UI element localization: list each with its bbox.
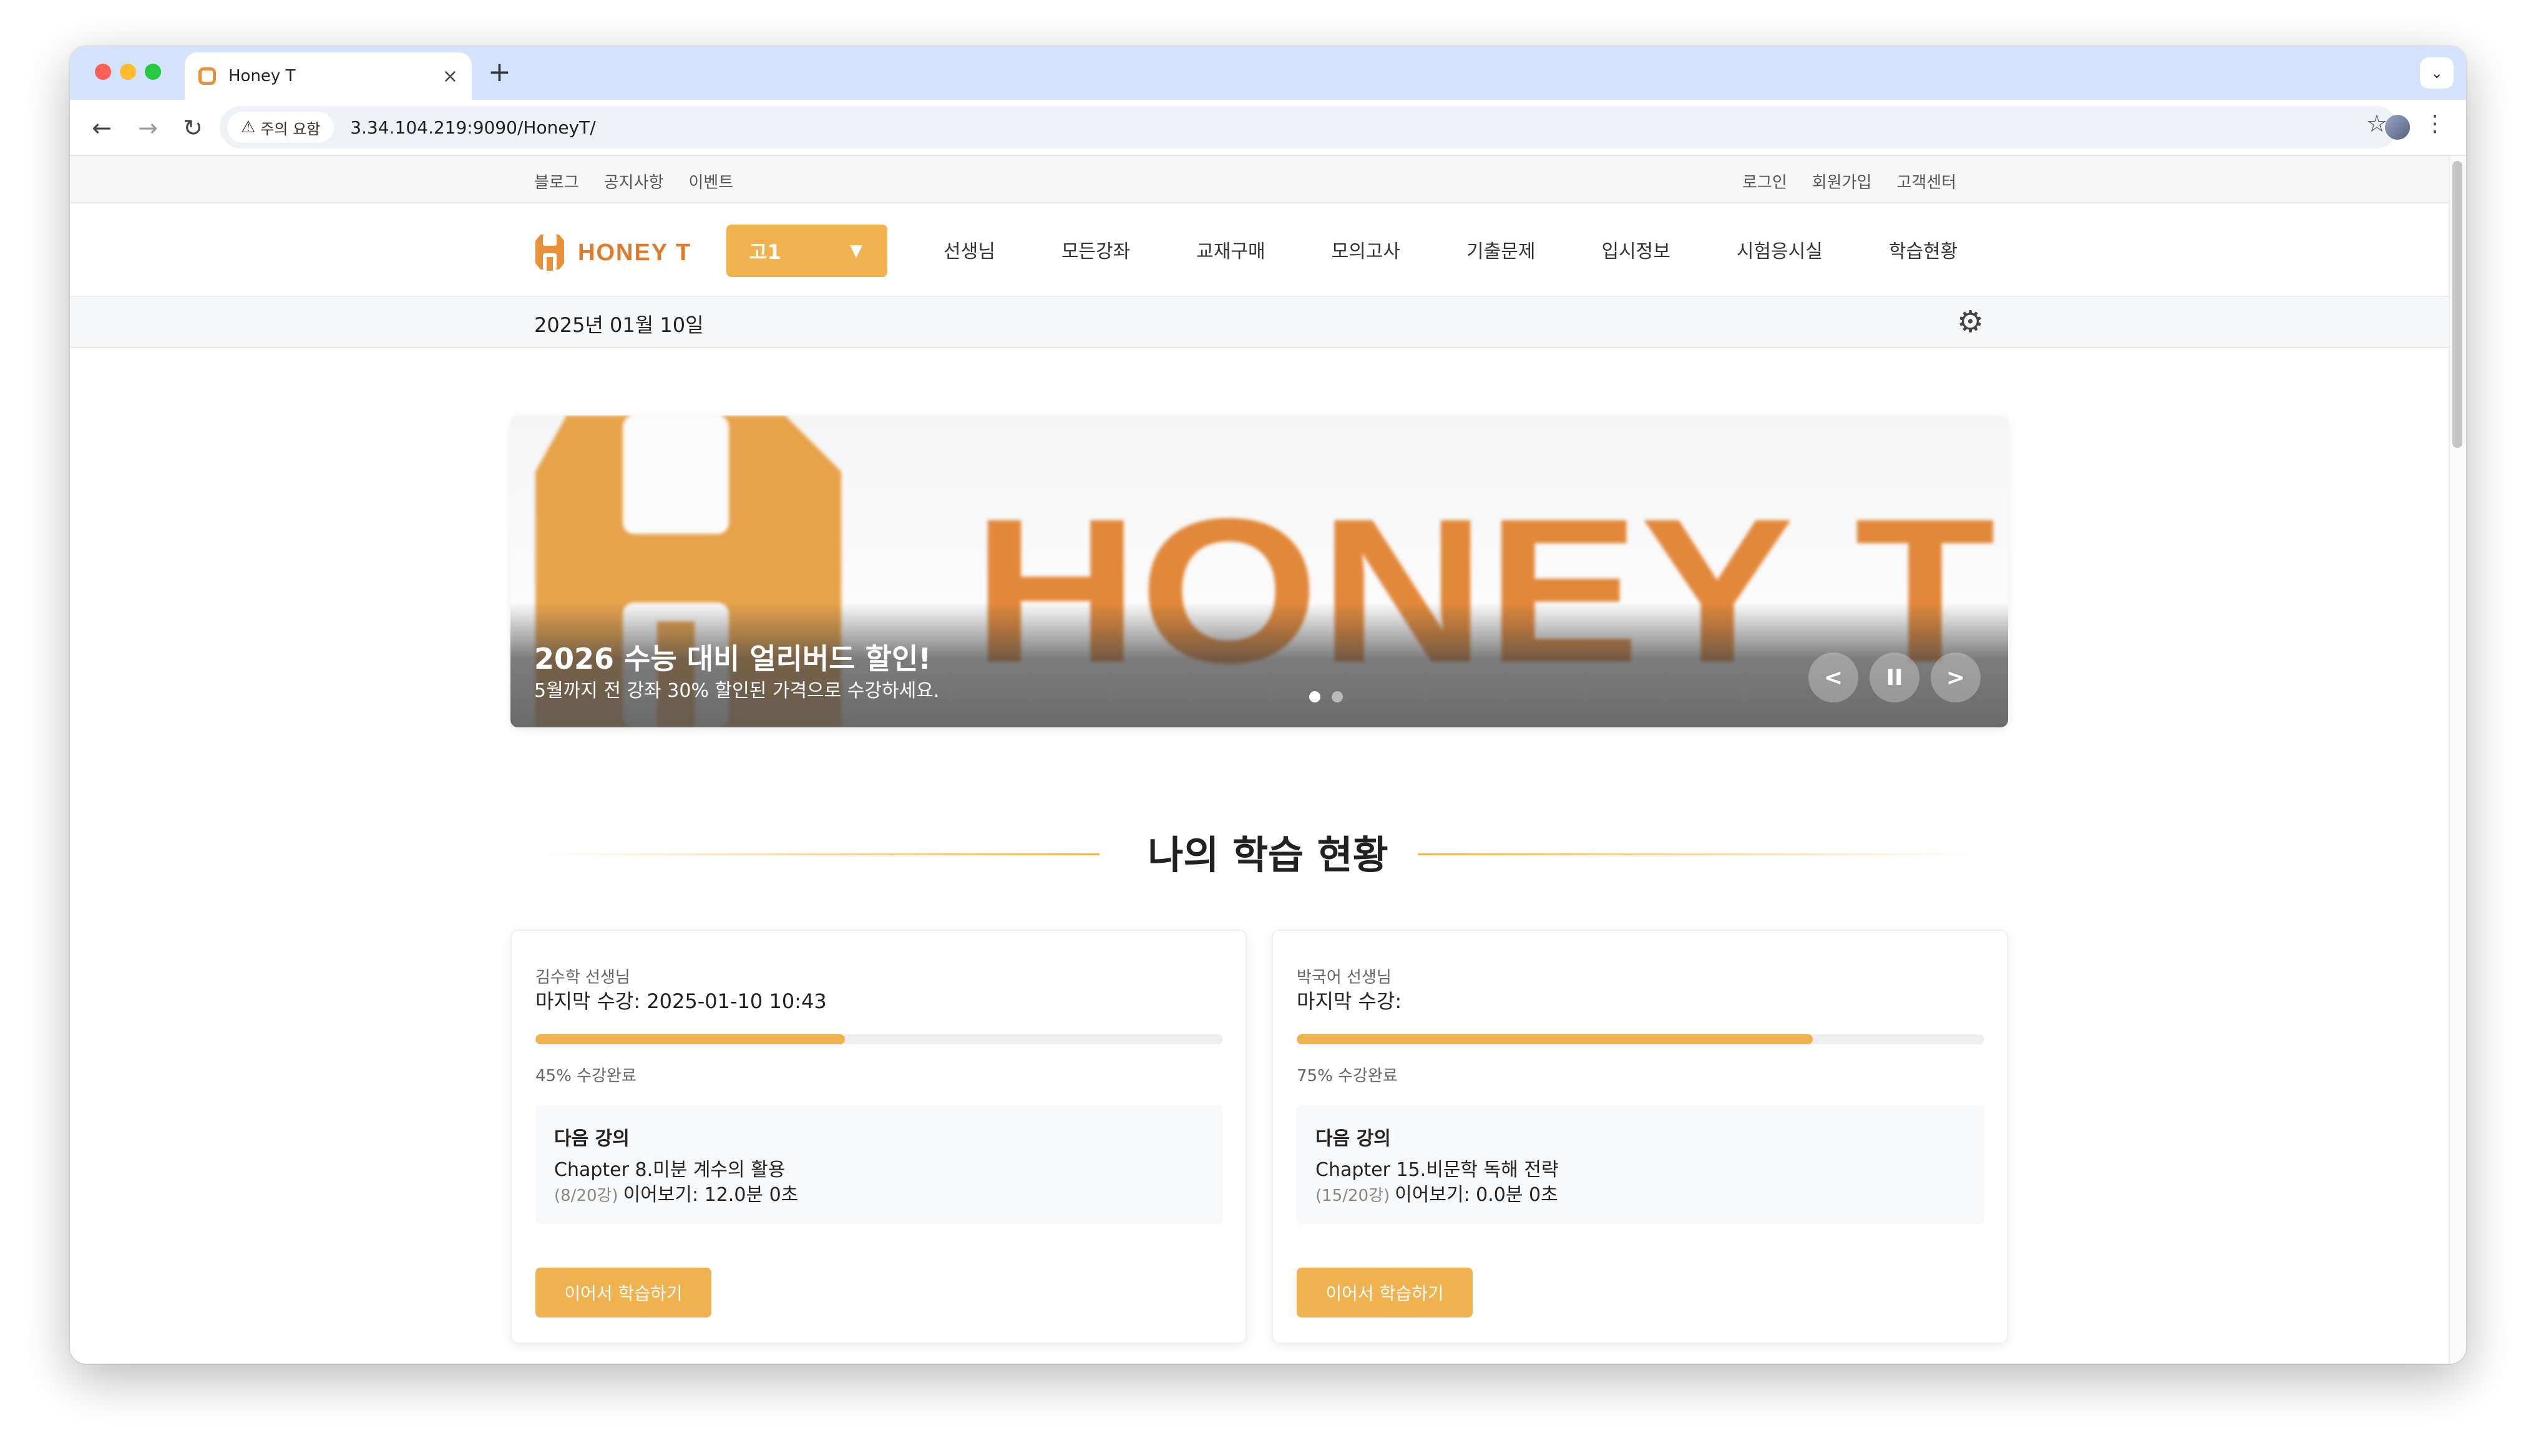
continue-learning-button[interactable]: 이어서 학습하기 [535,1268,711,1318]
carousel-dot-2[interactable] [1332,691,1343,702]
reload-icon[interactable]: ↻ [177,112,208,143]
web-page: 블로그 공지사항 이벤트 로그인 회원가입 고객센터 HONEY T 고1 ▼ … [70,156,2466,1364]
progress-fill [535,1034,845,1044]
more-menu-icon[interactable]: ⋮ [2424,111,2446,137]
last-watched: 마지막 수강: 2025-01-10 10:43 [535,989,827,1013]
progress-label: 75% 수강완료 [1297,1067,1398,1085]
back-icon[interactable]: ← [86,112,117,143]
maximize-window-button[interactable] [145,64,161,80]
gear-icon[interactable]: ⚙ [1957,307,1984,337]
nav-item-admissions[interactable]: 입시정보 [1601,236,1670,263]
utility-links-left: 블로그 공지사항 이벤트 [534,170,733,193]
url-text[interactable]: 3.34.104.219:9090/HoneyT/ [350,117,595,138]
lecture-count: (15/20강) [1315,1187,1390,1205]
close-tab-icon[interactable]: × [442,66,458,87]
honey-pot-logo-icon [535,235,564,271]
favicon-icon [198,67,216,85]
current-date: 2025년 01월 10일 [534,313,704,337]
grade-select[interactable]: 고1 ▼ [726,225,887,277]
nav-item-all-courses[interactable]: 모든강좌 [1061,236,1130,263]
util-link-notice[interactable]: 공지사항 [604,170,664,193]
browser-tab[interactable]: Honey T × [185,52,472,100]
next-lecture-meta: (15/20강) 이어보기: 0.0분 0초 [1315,1179,1558,1206]
scrollbar-thumb[interactable] [2452,161,2462,448]
banner-carousel: HONEY T 2026 수능 대비 얼리버드 할인! 5월까지 전 강좌 30… [510,415,2008,727]
tab-strip: Honey T × + ⌄ [70,46,2466,100]
next-lecture-box: 다음 강의 Chapter 15.비문학 독해 전략 (15/20강) 이어보기:… [1297,1105,1984,1224]
progress-fill [1297,1034,1813,1044]
progress-label: 45% 수강완료 [535,1067,636,1085]
site-logo[interactable]: HONEY T [534,232,691,273]
nav-items: 선생님 모든강좌 교재구매 모의고사 기출문제 입시정보 시험응시실 학습현황 [944,236,2024,263]
next-lecture-heading: 다음 강의 [1315,1128,1391,1150]
utility-links-right: 로그인 회원가입 고객센터 [1742,170,1956,193]
next-lecture-title: Chapter 8.미분 계수의 활용 [554,1159,786,1181]
carousel-indicators [1309,691,1343,702]
next-lecture-box: 다음 강의 Chapter 8.미분 계수의 활용 (8/20강) 이어보기: 1… [535,1105,1223,1224]
forward-icon[interactable]: → [132,112,163,143]
next-lecture-heading: 다음 강의 [554,1128,630,1150]
bookmark-star-icon[interactable]: ☆ [2366,110,2387,137]
carousel-prev-button[interactable]: < [1808,653,1858,702]
teacher-name: 박국어 선생님 [1297,968,1392,987]
resume-position: 이어보기: 0.0분 0초 [1395,1184,1558,1206]
address-bar[interactable]: ⚠ 주의 요함 3.34.104.219:9090/HoneyT/ [220,106,2397,148]
util-link-blog[interactable]: 블로그 [534,170,579,193]
chevron-down-icon: ⌄ [2430,64,2444,82]
tab-title: Honey T [228,67,296,85]
util-link-login[interactable]: 로그인 [1742,170,1787,193]
browser-toolbar: ← → ↻ ⚠ 주의 요함 3.34.104.219:9090/HoneyT/ … [70,100,2466,156]
carousel-dot-1[interactable] [1309,691,1320,702]
banner-title: 2026 수능 대비 얼리버드 할인! [534,642,932,676]
browser-window: Honey T × + ⌄ ← → ↻ ⚠ 주의 요함 3.34.104.219… [70,46,2466,1364]
warning-icon: ⚠ [241,118,256,137]
course-progress-card: 김수학 선생님 마지막 수강: 2025-01-10 10:43 45% 수강완… [510,929,1247,1344]
nav-item-exam-room[interactable]: 시험응시실 [1737,236,1823,263]
tab-search-button[interactable]: ⌄ [2420,57,2454,89]
resume-position: 이어보기: 12.0분 0초 [623,1184,799,1206]
close-window-button[interactable] [95,64,111,80]
section-title: 나의 학습 현황 [1148,832,1388,878]
dropdown-arrow-icon: ▼ [850,241,862,260]
logo-text: HONEY T [578,239,692,266]
banner-subtitle: 5월까지 전 강좌 30% 할인된 가격으로 수강하세요. [534,680,940,702]
teacher-name: 김수학 선생님 [535,968,630,987]
nav-item-mock-exams[interactable]: 모의고사 [1332,236,1400,263]
util-link-event[interactable]: 이벤트 [688,170,733,193]
next-lecture-title: Chapter 15.비문학 독해 전략 [1315,1159,1559,1181]
grade-selected-value: 고1 [749,240,781,264]
nav-item-teachers[interactable]: 선생님 [944,236,995,263]
new-tab-button[interactable]: + [488,56,511,88]
course-progress-card: 박국어 선생님 마지막 수강: 75% 수강완료 다음 강의 Chapter 1… [1272,929,2008,1344]
last-watched: 마지막 수강: [1297,989,1402,1013]
continue-learning-button[interactable]: 이어서 학습하기 [1297,1268,1473,1318]
profile-avatar[interactable] [2385,115,2410,140]
minimize-window-button[interactable] [120,64,136,80]
carousel-next-button[interactable]: > [1931,653,1981,702]
nav-item-past-exams[interactable]: 기출문제 [1466,236,1535,263]
next-lecture-meta: (8/20강) 이어보기: 12.0분 0초 [554,1179,798,1206]
security-label: 주의 요함 [260,120,321,138]
date-bar: 2025년 01월 10일 ⚙ [70,297,2466,348]
carousel-pause-button[interactable]: II [1870,653,1919,702]
utility-bar: 블로그 공지사항 이벤트 로그인 회원가입 고객센터 [70,156,2466,203]
nav-item-learning-status[interactable]: 학습현황 [1889,236,1958,263]
lecture-count: (8/20강) [554,1187,618,1205]
util-link-support[interactable]: 고객센터 [1896,170,1956,193]
progress-bar [535,1034,1223,1044]
page-scrollbar[interactable] [2449,156,2466,1364]
main-navigation: HONEY T 고1 ▼ 선생님 모든강좌 교재구매 모의고사 기출문제 입시정… [70,203,2466,297]
progress-bar [1297,1034,1984,1044]
nav-item-textbooks[interactable]: 교재구매 [1196,236,1265,263]
util-link-signup[interactable]: 회원가입 [1812,170,1872,193]
security-chip[interactable]: ⚠ 주의 요함 [227,112,334,143]
